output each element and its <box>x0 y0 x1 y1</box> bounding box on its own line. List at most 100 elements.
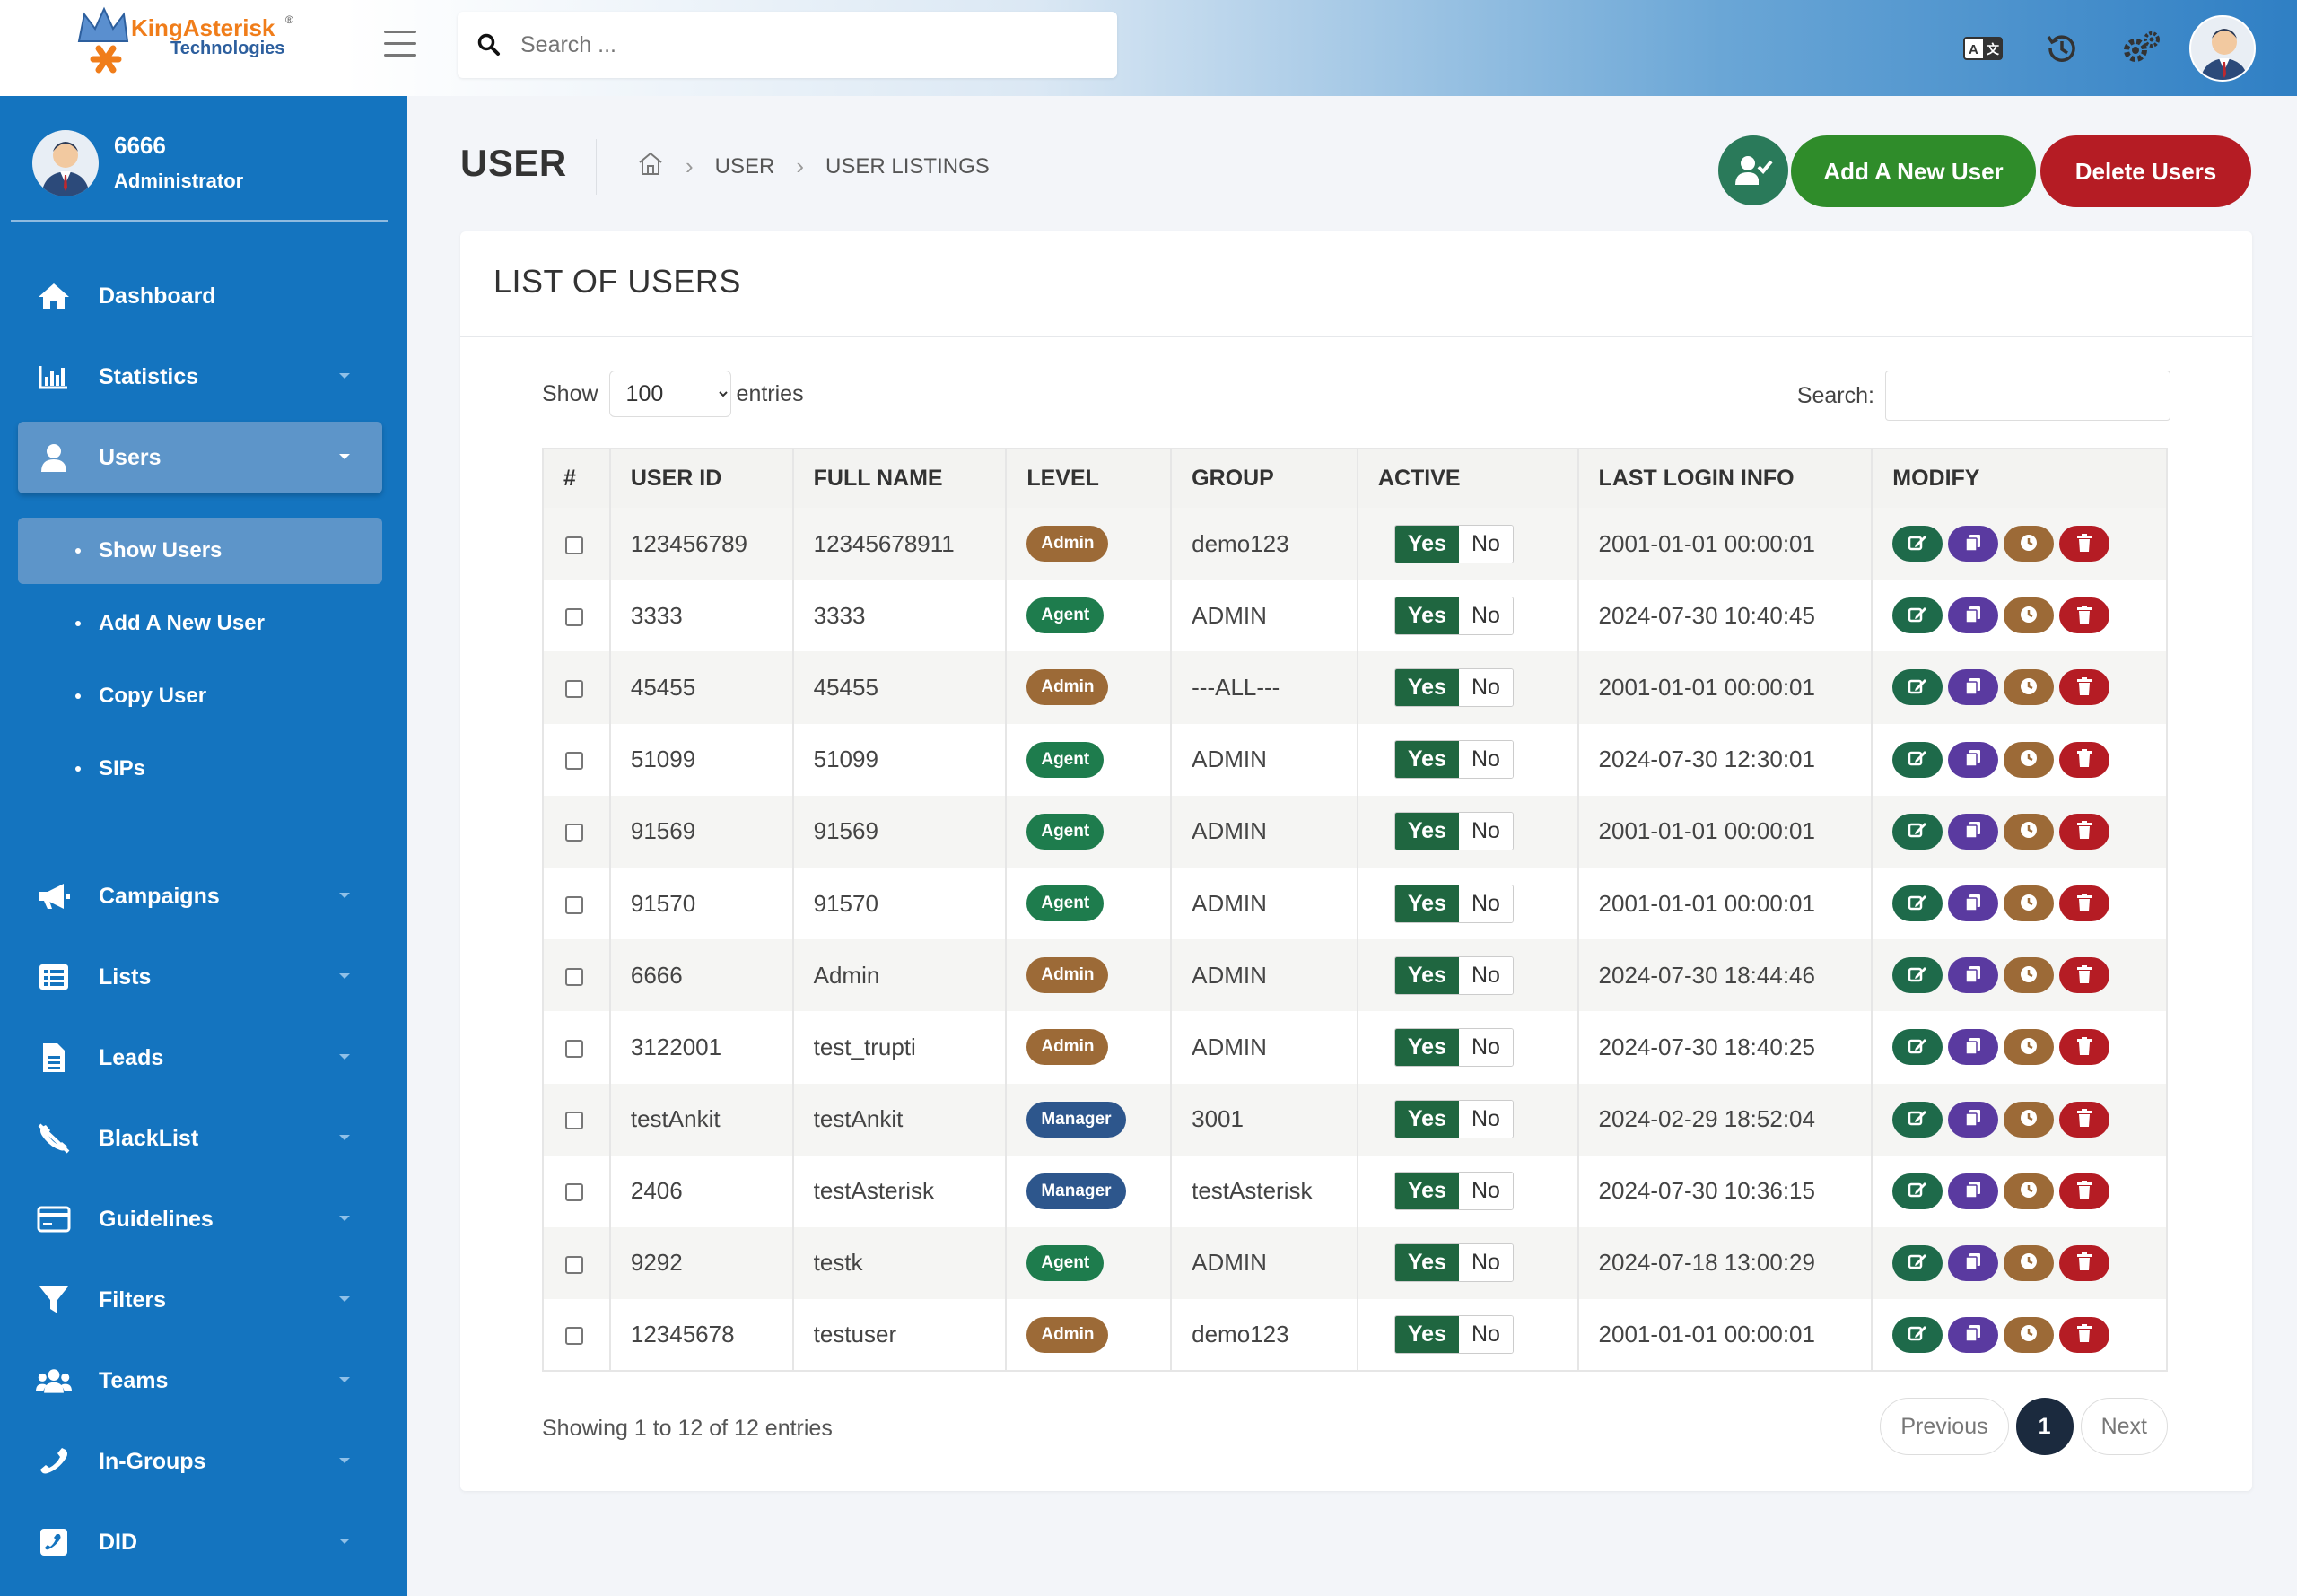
delete-user-button[interactable] <box>2059 1316 2110 1353</box>
column-header-group[interactable]: GROUP <box>1171 449 1358 508</box>
delete-user-button[interactable] <box>2059 526 2110 563</box>
row-select-checkbox[interactable] <box>565 607 583 626</box>
active-no-option[interactable]: No <box>1459 525 1513 563</box>
sidebar-subitem-add-user[interactable]: Add A New User <box>18 590 382 657</box>
active-no-option[interactable]: No <box>1459 1101 1513 1138</box>
active-no-option[interactable]: No <box>1459 956 1513 994</box>
active-yes-option[interactable]: Yes <box>1394 668 1459 706</box>
user-avatar[interactable] <box>2189 14 2256 82</box>
edit-user-button[interactable] <box>1892 1244 1943 1281</box>
active-yes-option[interactable]: Yes <box>1394 597 1459 634</box>
active-yes-option[interactable]: Yes <box>1394 956 1459 994</box>
sidebar-item-filters[interactable]: Filters <box>18 1264 382 1336</box>
copy-user-button[interactable] <box>1948 813 1999 850</box>
copy-user-button[interactable] <box>1948 885 1999 922</box>
active-toggle[interactable]: Yes No <box>1393 1100 1514 1139</box>
sidebar-item-dashboard[interactable]: Dashboard <box>18 260 382 332</box>
sidebar-item-in-groups[interactable]: In-Groups <box>18 1426 382 1497</box>
edit-user-button[interactable] <box>1892 1029 1943 1066</box>
row-select-checkbox[interactable] <box>565 680 583 699</box>
user-history-button[interactable] <box>2004 741 2055 778</box>
edit-user-button[interactable] <box>1892 741 1943 778</box>
row-select-checkbox[interactable] <box>565 967 583 986</box>
sidebar-subitem-sips[interactable]: SIPs <box>18 736 382 802</box>
edit-user-button[interactable] <box>1892 957 1943 994</box>
user-history-button[interactable] <box>2004 526 2055 563</box>
copy-user-button[interactable] <box>1948 669 1999 706</box>
edit-user-button[interactable] <box>1892 885 1943 922</box>
edit-user-button[interactable] <box>1892 813 1943 850</box>
user-check-button[interactable] <box>1718 135 1788 205</box>
edit-user-button[interactable] <box>1892 1173 1943 1209</box>
search-input[interactable] <box>520 31 1117 58</box>
user-history-button[interactable] <box>2004 957 2055 994</box>
active-yes-option[interactable]: Yes <box>1394 1101 1459 1138</box>
edit-user-button[interactable] <box>1892 1316 1943 1353</box>
active-toggle[interactable]: Yes No <box>1393 524 1514 563</box>
row-select-checkbox[interactable] <box>565 1112 583 1130</box>
copy-user-button[interactable] <box>1948 1244 1999 1281</box>
copy-user-button[interactable] <box>1948 1029 1999 1066</box>
delete-user-button[interactable] <box>2059 1101 2110 1138</box>
copy-user-button[interactable] <box>1948 1101 1999 1138</box>
page-button-current[interactable]: 1 <box>2015 1398 2074 1455</box>
delete-user-button[interactable] <box>2059 813 2110 850</box>
edit-user-button[interactable] <box>1892 526 1943 563</box>
column-header-index[interactable]: # <box>543 449 611 508</box>
sidebar-item-leads[interactable]: Leads <box>18 1022 382 1094</box>
active-toggle[interactable]: Yes No <box>1393 667 1514 707</box>
next-page-button[interactable]: Next <box>2080 1398 2168 1455</box>
active-toggle[interactable]: Yes No <box>1393 1315 1514 1355</box>
active-yes-option[interactable]: Yes <box>1394 885 1459 922</box>
row-select-checkbox[interactable] <box>565 752 583 771</box>
settings-icon[interactable] <box>2101 22 2180 75</box>
active-no-option[interactable]: No <box>1459 741 1513 779</box>
delete-user-button[interactable] <box>2059 669 2110 706</box>
column-header-full-name[interactable]: FULL NAME <box>792 449 1008 508</box>
sidebar-item-lists[interactable]: Lists <box>18 941 382 1013</box>
previous-page-button[interactable]: Previous <box>1880 1398 2009 1455</box>
active-no-option[interactable]: No <box>1459 1173 1513 1210</box>
copy-user-button[interactable] <box>1948 1173 1999 1209</box>
active-toggle[interactable]: Yes No <box>1393 1027 1514 1067</box>
active-toggle[interactable]: Yes No <box>1393 1243 1514 1283</box>
edit-user-button[interactable] <box>1892 669 1943 706</box>
active-no-option[interactable]: No <box>1459 668 1513 706</box>
add-user-button[interactable]: Add A New User <box>1791 135 2036 207</box>
active-toggle[interactable]: Yes No <box>1393 884 1514 923</box>
sidebar-item-users[interactable]: Users <box>18 422 382 493</box>
active-toggle[interactable]: Yes No <box>1393 812 1514 851</box>
row-select-checkbox[interactable] <box>565 1255 583 1274</box>
user-history-button[interactable] <box>2004 813 2055 850</box>
active-toggle[interactable]: Yes No <box>1393 740 1514 780</box>
active-yes-option[interactable]: Yes <box>1394 1028 1459 1066</box>
delete-user-button[interactable] <box>2059 1244 2110 1281</box>
edit-user-button[interactable] <box>1892 597 1943 634</box>
sidebar-subitem-show-users[interactable]: Show Users <box>18 518 382 584</box>
sidebar-item-did[interactable]: DID <box>18 1506 382 1578</box>
delete-user-button[interactable] <box>2059 1173 2110 1209</box>
row-select-checkbox[interactable] <box>565 895 583 914</box>
copy-user-button[interactable] <box>1948 526 1999 563</box>
user-history-button[interactable] <box>2004 597 2055 634</box>
active-toggle[interactable]: Yes No <box>1393 1172 1514 1211</box>
active-no-option[interactable]: No <box>1459 1244 1513 1282</box>
active-no-option[interactable]: No <box>1459 597 1513 634</box>
user-history-button[interactable] <box>2004 885 2055 922</box>
user-history-button[interactable] <box>2004 1316 2055 1353</box>
active-yes-option[interactable]: Yes <box>1394 741 1459 779</box>
breadcrumb-item[interactable]: USER <box>715 154 775 179</box>
active-yes-option[interactable]: Yes <box>1394 525 1459 563</box>
user-history-button[interactable] <box>2004 1173 2055 1209</box>
sidebar-subitem-copy-user[interactable]: Copy User <box>18 663 382 729</box>
table-search-input[interactable] <box>1885 371 2170 421</box>
user-history-button[interactable] <box>2004 669 2055 706</box>
delete-user-button[interactable] <box>2059 741 2110 778</box>
row-select-checkbox[interactable] <box>565 1327 583 1346</box>
active-toggle[interactable]: Yes No <box>1393 955 1514 995</box>
page-size-select[interactable]: 100 <box>608 371 731 417</box>
delete-users-button[interactable]: Delete Users <box>2040 135 2251 207</box>
delete-user-button[interactable] <box>2059 597 2110 634</box>
column-header-last-login[interactable]: LAST LOGIN INFO <box>1577 449 1873 508</box>
column-header-level[interactable]: LEVEL <box>1006 449 1173 508</box>
